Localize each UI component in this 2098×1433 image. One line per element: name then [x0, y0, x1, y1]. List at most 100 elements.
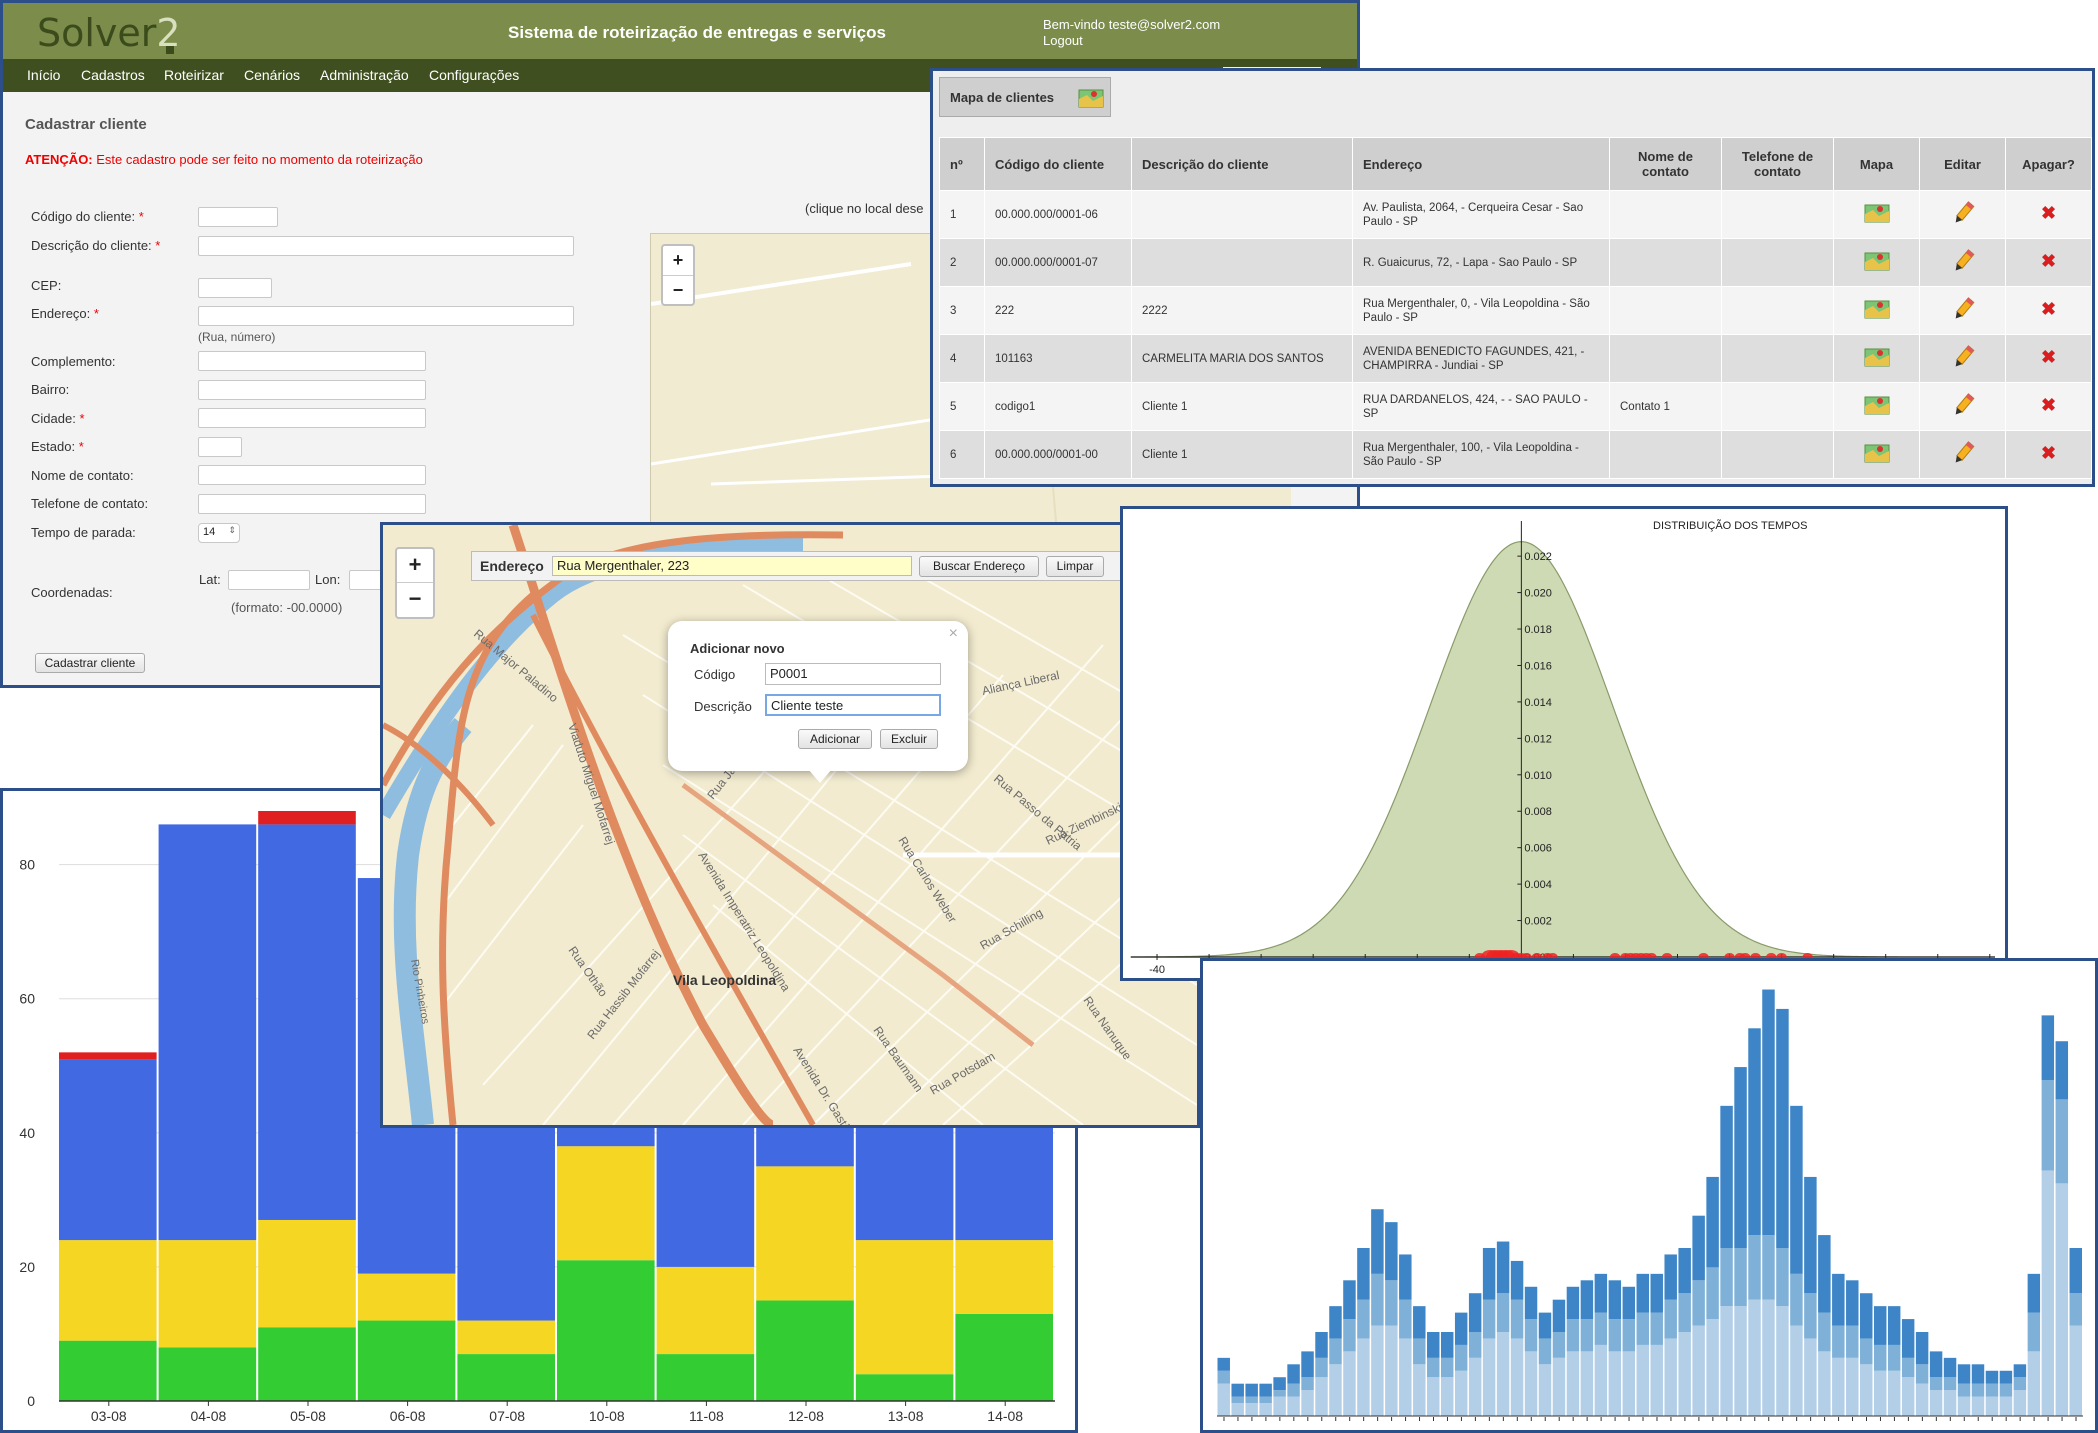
map-icon[interactable] — [1864, 202, 1890, 224]
endereco-input[interactable] — [198, 306, 574, 326]
histogram-bar-segment[interactable] — [1496, 1241, 1510, 1294]
histogram-bar-segment[interactable] — [1566, 1351, 1580, 1416]
cep-input[interactable] — [198, 278, 272, 298]
histogram-bar-segment[interactable] — [1468, 1331, 1482, 1358]
histogram-bar-segment[interactable] — [1915, 1331, 1929, 1365]
delete-icon[interactable]: ✖ — [2041, 203, 2056, 223]
histogram-bar-segment[interactable] — [1985, 1370, 1999, 1384]
histogram-bar-segment[interactable] — [1999, 1396, 2013, 1416]
tab-mapa-clientes[interactable]: Mapa de clientes — [939, 77, 1111, 117]
nav-cenarios[interactable]: Cenários — [244, 67, 300, 83]
histogram-bar-segment[interactable] — [1454, 1312, 1468, 1345]
histogram-bar-segment[interactable] — [1957, 1396, 1971, 1416]
complemento-input[interactable] — [198, 351, 426, 371]
histogram-bar-segment[interactable] — [1971, 1396, 1985, 1416]
nav-inicio[interactable]: Início — [27, 67, 60, 83]
bar-segment[interactable] — [756, 1166, 854, 1301]
histogram-bar-segment[interactable] — [1245, 1403, 1258, 1416]
histogram-bar-segment[interactable] — [1664, 1299, 1677, 1339]
histogram-bar-segment[interactable] — [1971, 1383, 1985, 1397]
map-icon[interactable] — [1864, 298, 1890, 320]
cidade-input[interactable] — [198, 408, 426, 428]
bar-segment[interactable] — [158, 1347, 257, 1401]
bar-segment[interactable] — [656, 1354, 755, 1401]
bar-segment[interactable] — [59, 1052, 157, 1060]
histogram-bar-segment[interactable] — [2069, 1325, 2082, 1416]
histogram-bar-segment[interactable] — [1343, 1351, 1356, 1416]
histogram-bar-segment[interactable] — [2069, 1293, 2082, 1326]
histogram-bar-segment[interactable] — [1943, 1357, 1957, 1378]
pencil-icon[interactable] — [1950, 392, 1976, 418]
histogram-bar-segment[interactable] — [1804, 1338, 1817, 1416]
histogram-bar-segment[interactable] — [1357, 1338, 1370, 1416]
histogram-bar-segment[interactable] — [1957, 1383, 1971, 1397]
histogram-bar-segment[interactable] — [1217, 1370, 1230, 1384]
histogram-bar-segment[interactable] — [1915, 1364, 1929, 1384]
histogram-bar-segment[interactable] — [1650, 1344, 1663, 1416]
histogram-bar-segment[interactable] — [1846, 1357, 1859, 1416]
histogram-bar-segment[interactable] — [1482, 1338, 1496, 1416]
histogram-bar-segment[interactable] — [1231, 1383, 1244, 1397]
histogram-bar-segment[interactable] — [2041, 1170, 2055, 1416]
histogram-bar-segment[interactable] — [1860, 1338, 1873, 1365]
histogram-bar-segment[interactable] — [2055, 1099, 2069, 1184]
histogram-bar-segment[interactable] — [1776, 1008, 1789, 1248]
bar-segment[interactable] — [457, 1320, 555, 1355]
bar-segment[interactable] — [258, 824, 356, 1220]
histogram-bar-segment[interactable] — [1832, 1357, 1845, 1416]
histogram-bar-segment[interactable] — [1664, 1254, 1677, 1300]
histogram-bar-segment[interactable] — [1790, 1105, 1803, 1274]
delete-icon[interactable]: ✖ — [2041, 347, 2056, 367]
histogram-bar-segment[interactable] — [2069, 1247, 2082, 1294]
bar-segment[interactable] — [855, 1374, 954, 1401]
search-address-button[interactable]: Buscar Endereço — [919, 556, 1039, 577]
histogram-bar-segment[interactable] — [2027, 1312, 2041, 1352]
histogram-bar-segment[interactable] — [1454, 1344, 1468, 1371]
histogram-bar-segment[interactable] — [1301, 1351, 1314, 1378]
clear-button[interactable]: Limpar — [1046, 556, 1104, 577]
telefone-contato-input[interactable] — [198, 494, 426, 514]
histogram-bar-segment[interactable] — [1217, 1383, 1230, 1416]
histogram-bar-segment[interactable] — [1538, 1338, 1552, 1365]
histogram-bar-segment[interactable] — [2013, 1377, 2027, 1391]
histogram-bar-segment[interactable] — [1678, 1331, 1691, 1416]
bar-segment[interactable] — [457, 1112, 555, 1321]
histogram-bar-segment[interactable] — [1538, 1364, 1552, 1416]
histogram-bar-segment[interactable] — [1287, 1383, 1300, 1397]
histogram-bar-segment[interactable] — [1594, 1312, 1608, 1345]
histogram-bar-segment[interactable] — [1790, 1325, 1803, 1416]
histogram-bar-segment[interactable] — [1231, 1403, 1244, 1416]
logout-link[interactable]: Logout — [1043, 33, 1220, 49]
histogram-bar-segment[interactable] — [1552, 1357, 1566, 1416]
histogram-bar-segment[interactable] — [1762, 1235, 1775, 1300]
histogram-bar-segment[interactable] — [1329, 1364, 1342, 1416]
histogram-bar-segment[interactable] — [1468, 1357, 1482, 1416]
histogram-bar-segment[interactable] — [1427, 1377, 1440, 1416]
histogram-bar-segment[interactable] — [1552, 1331, 1566, 1358]
histogram-bar-segment[interactable] — [1860, 1293, 1873, 1339]
nav-administracao[interactable]: Administração — [320, 67, 409, 83]
tempo-parada-stepper[interactable]: 14 ⇕ — [198, 523, 240, 543]
bar-segment[interactable] — [59, 1240, 157, 1341]
histogram-bar-segment[interactable] — [1636, 1273, 1649, 1313]
histogram-bar-segment[interactable] — [1901, 1319, 1915, 1358]
bar-segment[interactable] — [457, 1354, 555, 1401]
histogram-bar-segment[interactable] — [1873, 1344, 1887, 1371]
histogram-bar-segment[interactable] — [1385, 1222, 1398, 1281]
histogram-bar-segment[interactable] — [1776, 1247, 1789, 1307]
bar-segment[interactable] — [158, 1240, 257, 1348]
histogram-bar-segment[interactable] — [1552, 1299, 1566, 1332]
histogram-bar-segment[interactable] — [1678, 1293, 1691, 1332]
histogram-bar-segment[interactable] — [1636, 1344, 1649, 1416]
histogram-bar-segment[interactable] — [1245, 1396, 1258, 1404]
histogram-bar-segment[interactable] — [1720, 1247, 1733, 1307]
pencil-icon[interactable] — [1950, 200, 1976, 226]
map-zoom-in-button[interactable]: + — [397, 549, 433, 583]
histogram-bar-segment[interactable] — [1846, 1325, 1859, 1358]
histogram-bar-segment[interactable] — [1818, 1312, 1831, 1352]
histogram-bar-segment[interactable] — [1734, 1247, 1747, 1307]
cadastrar-cliente-button[interactable]: Cadastrar cliente — [35, 653, 145, 673]
bar-segment[interactable] — [258, 1327, 356, 1401]
delete-icon[interactable]: ✖ — [2041, 395, 2056, 415]
histogram-bar-segment[interactable] — [1273, 1377, 1286, 1391]
